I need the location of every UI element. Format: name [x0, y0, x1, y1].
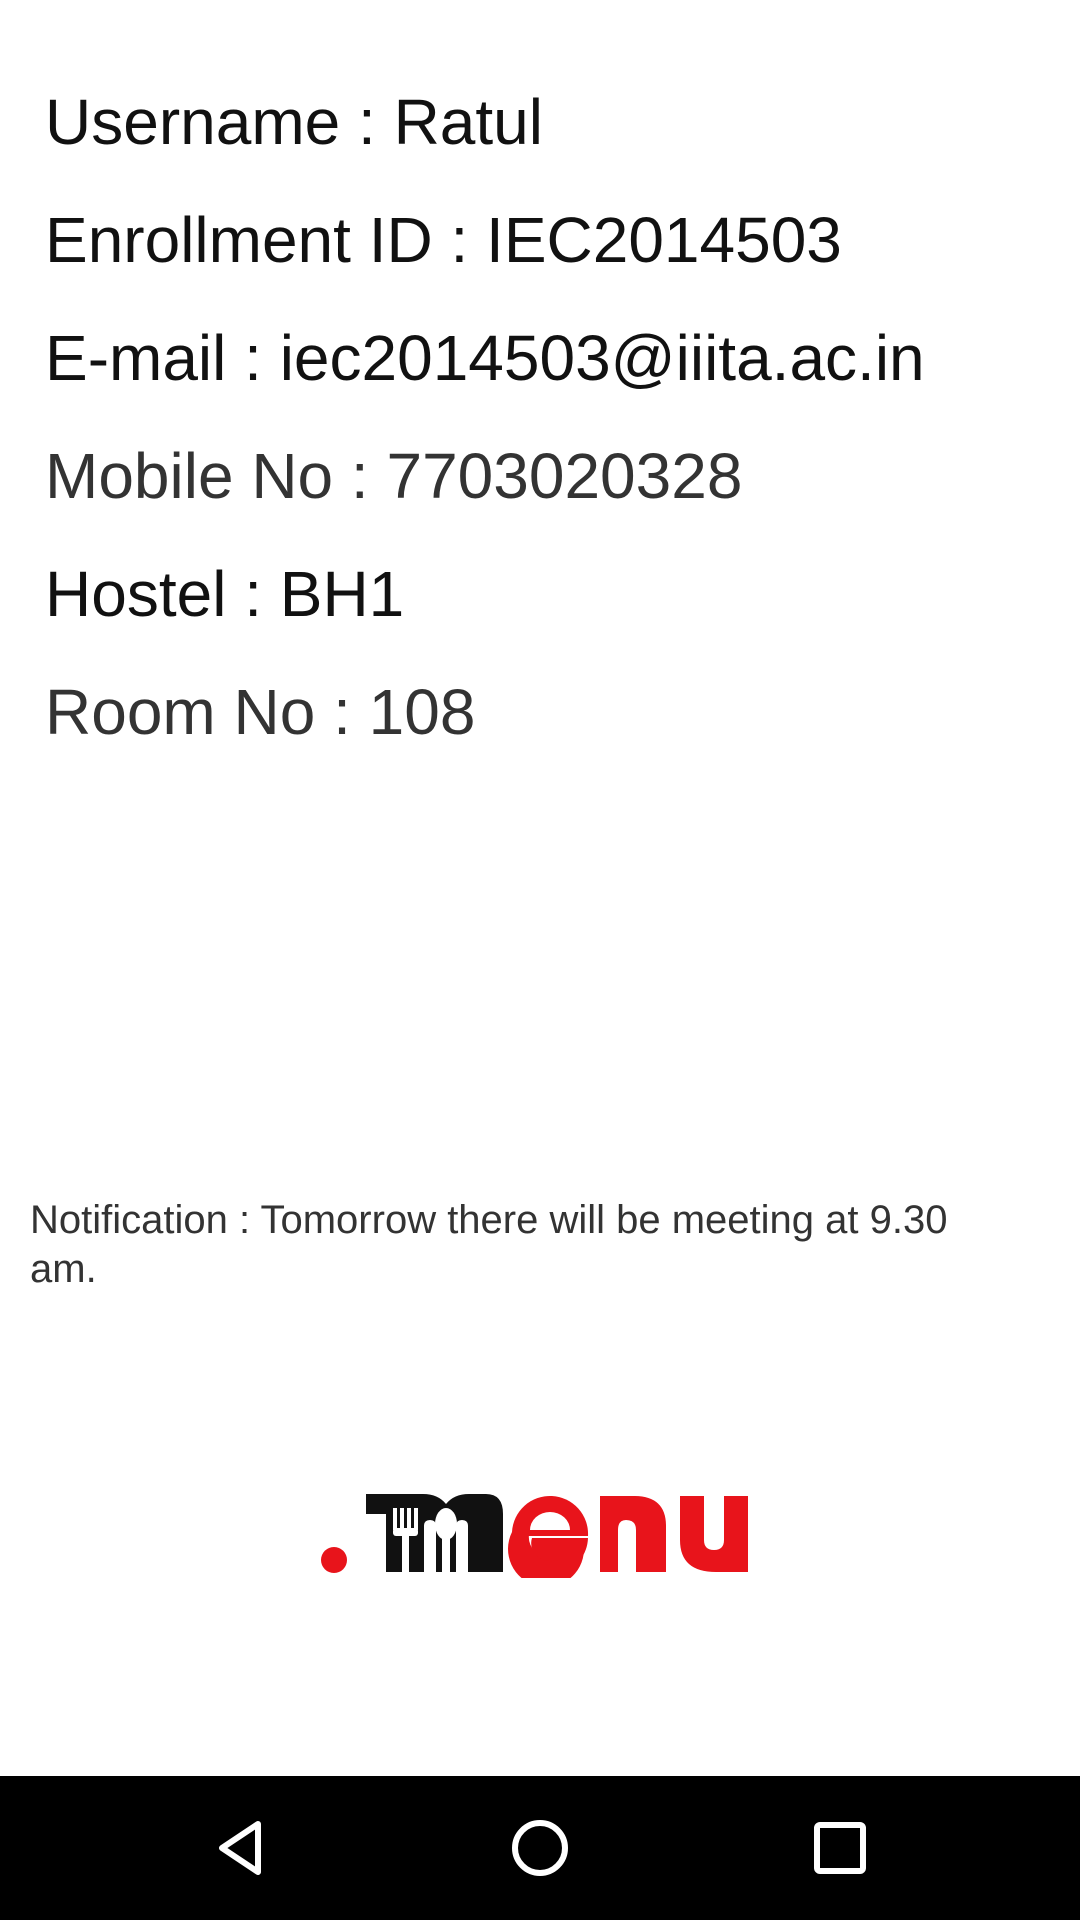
email-text: E-mail : iec2014503@iiita.ac.in — [45, 322, 925, 394]
enrollment-id-text: Enrollment ID : IEC2014503 — [45, 204, 842, 276]
menu-logo — [318, 1474, 764, 1578]
recents-square-icon — [814, 1822, 866, 1874]
recents-button[interactable] — [780, 1776, 900, 1920]
home-button[interactable] — [480, 1776, 600, 1920]
home-circle-icon — [512, 1820, 568, 1876]
mobile-number-text: Mobile No : 7703020328 — [45, 440, 743, 512]
room-number-text: Room No : 108 — [45, 676, 476, 748]
back-button[interactable] — [180, 1776, 300, 1920]
notification-text: Notification : Tomorrow there will be me… — [30, 1198, 948, 1291]
back-triangle-icon — [219, 1821, 261, 1875]
android-navigation-bar — [0, 1776, 1080, 1920]
hostel-text: Hostel : BH1 — [45, 558, 405, 630]
username-text: Username : Ratul — [45, 86, 543, 158]
profile-screen: Username : Ratul Enrollment ID : IEC2014… — [0, 0, 1080, 1920]
